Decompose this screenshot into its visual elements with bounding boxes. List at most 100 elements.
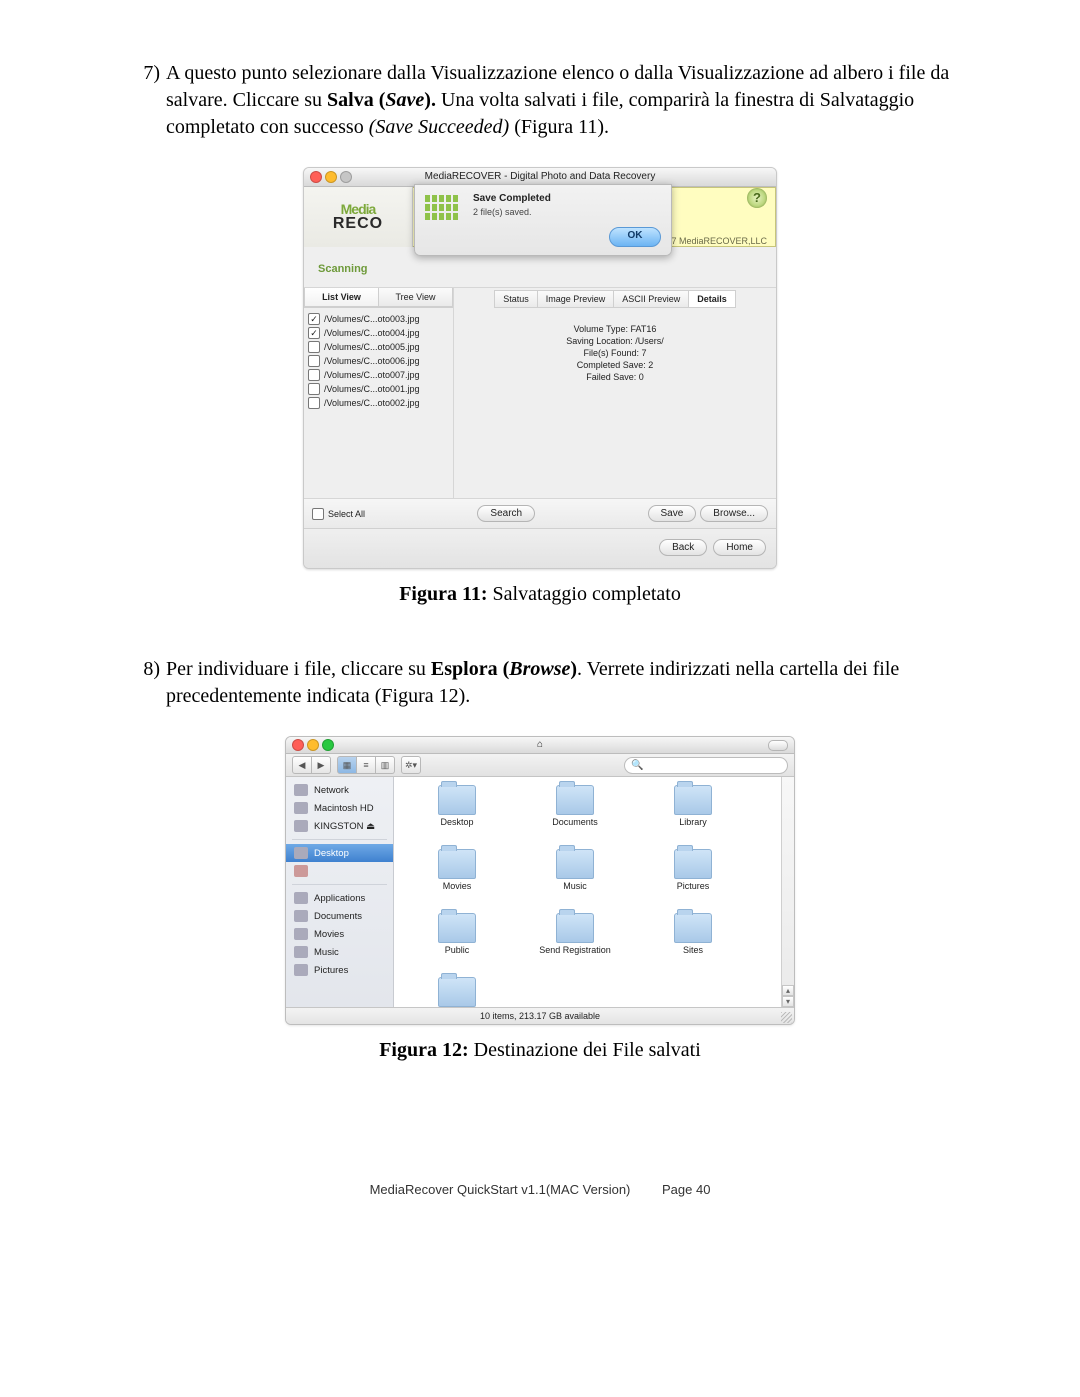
select-all-label: Select All (328, 509, 365, 519)
close-icon[interactable] (310, 171, 322, 183)
step-8: 8) Per individuare i file, cliccare su E… (130, 656, 950, 710)
sidebar-item-label: Applications (314, 893, 365, 904)
search-button[interactable]: Search (477, 505, 535, 522)
file-row[interactable]: /Volumes/C...oto007.jpg (308, 368, 449, 382)
file-name: /Volumes/C...oto006.jpg (324, 356, 420, 366)
view-icons-button[interactable]: ▦ (337, 756, 357, 774)
sidebar-item-icon (294, 946, 308, 958)
scroll-up-icon[interactable]: ▴ (782, 985, 794, 996)
folder-item[interactable]: Public (398, 913, 516, 977)
sidebar-item[interactable]: KINGSTON ⏏ (286, 817, 393, 835)
figure-12: ⌂ ◀ ▶ ▦ ≡ ▥ ✲▾ 🔍 NetworkMacintos (130, 736, 950, 1062)
file-list-pane: List View Tree View /Volumes/C...oto003.… (304, 288, 454, 498)
minimize-icon[interactable] (307, 739, 319, 751)
sidebar-item[interactable]: Pictures (286, 961, 393, 979)
zoom-icon[interactable] (322, 739, 334, 751)
sidebar-item[interactable]: Documents (286, 907, 393, 925)
browse-button[interactable]: Browse... (700, 505, 768, 522)
scroll-down-icon[interactable]: ▾ (782, 996, 794, 1007)
file-checkbox[interactable] (308, 369, 320, 381)
scrollbar[interactable]: ▴ ▾ (781, 777, 794, 1007)
detail-failed-save: Failed Save: 0 (464, 372, 766, 382)
tab-list-view[interactable]: List View (304, 288, 379, 307)
action-menu-button[interactable]: ✲▾ (401, 756, 421, 774)
sidebar-item[interactable]: Applications (286, 889, 393, 907)
close-icon[interactable] (292, 739, 304, 751)
ok-button[interactable]: OK (609, 227, 661, 247)
zoom-icon[interactable] (340, 171, 352, 183)
folder-item[interactable]: Movies (398, 849, 516, 913)
sidebar-item[interactable]: Macintosh HD (286, 799, 393, 817)
tab-ascii-preview[interactable]: ASCII Preview (614, 290, 689, 308)
step8-part-a: Per individuare i file, cliccare su (166, 658, 431, 680)
sidebar-item-label: Movies (314, 929, 344, 940)
tab-tree-view[interactable]: Tree View (379, 288, 453, 307)
folder-label: Pictures (677, 882, 710, 892)
file-row[interactable]: /Volumes/C...oto002.jpg (308, 396, 449, 410)
file-row[interactable]: /Volumes/C...oto004.jpg (308, 326, 449, 340)
file-row[interactable]: /Volumes/C...oto005.jpg (308, 340, 449, 354)
figure-12-caption-text: Destinazione dei File salvati (469, 1039, 701, 1061)
tab-image-preview[interactable]: Image Preview (538, 290, 615, 308)
file-checkbox[interactable] (308, 383, 320, 395)
save-button[interactable]: Save (648, 505, 697, 522)
view-columns-button[interactable]: ▥ (376, 756, 395, 774)
page-footer: MediaRecover QuickStart v1.1(MAC Version… (130, 1182, 950, 1197)
home-button[interactable]: Home (713, 539, 766, 556)
sidebar-separator (292, 839, 387, 840)
file-row[interactable]: /Volumes/C...oto001.jpg (308, 382, 449, 396)
toolbar-toggle-icon[interactable] (768, 740, 788, 751)
figure-11: MediaRECOVER - Digital Photo and Data Re… (130, 167, 950, 606)
sidebar-item-label: Desktop (314, 848, 349, 859)
step-7-text: A questo punto selezionare dalla Visuali… (166, 60, 950, 141)
figure-12-caption: Figura 12: Destinazione dei File salvati (130, 1039, 950, 1062)
folder-item[interactable]: Library (634, 785, 752, 849)
footer-page-number: Page 40 (662, 1182, 710, 1197)
sidebar-item[interactable]: Music (286, 943, 393, 961)
folder-item[interactable]: Send Registration (516, 913, 634, 977)
mediarecover-window: MediaRECOVER - Digital Photo and Data Re… (303, 167, 777, 569)
tab-status[interactable]: Status (494, 290, 538, 308)
step-7-number: 7) (130, 60, 166, 87)
sidebar-item[interactable]: Network (286, 781, 393, 799)
file-checkbox[interactable] (308, 341, 320, 353)
tab-details[interactable]: Details (689, 290, 736, 308)
file-row[interactable]: /Volumes/C...oto003.jpg (308, 312, 449, 326)
folder-item[interactable]: Sites (634, 913, 752, 977)
finder-status-bar: 10 items, 213.17 GB available (286, 1007, 794, 1024)
file-checkbox[interactable] (308, 397, 320, 409)
step7-bold-close: ). (424, 89, 436, 111)
folder-label: Movies (443, 882, 472, 892)
file-checkbox[interactable] (308, 313, 320, 325)
file-row[interactable]: /Volumes/C...oto006.jpg (308, 354, 449, 368)
folder-icon (674, 849, 712, 879)
view-list-button[interactable]: ≡ (357, 756, 376, 774)
search-field[interactable]: 🔍 (624, 757, 788, 774)
file-checkbox[interactable] (308, 327, 320, 339)
help-icon[interactable]: ? (747, 188, 767, 208)
minimize-icon[interactable] (325, 171, 337, 183)
sidebar-item-icon (294, 910, 308, 922)
nav-back-button[interactable]: ◀ (292, 756, 312, 774)
folder-item[interactable]: 19Apr07_10_18_59_Recovered (398, 977, 516, 1007)
file-checkbox[interactable] (308, 355, 320, 367)
finder-window: ⌂ ◀ ▶ ▦ ≡ ▥ ✲▾ 🔍 NetworkMacintos (285, 736, 795, 1025)
finder-content: DesktopDocumentsLibrary Movies Music Pictur… (394, 777, 794, 1007)
sidebar-item[interactable]: Movies (286, 925, 393, 943)
nav-forward-button[interactable]: ▶ (312, 756, 331, 774)
app-logo: MediaRECO (304, 187, 413, 247)
file-name: /Volumes/C...oto003.jpg (324, 314, 420, 324)
folder-item[interactable]: Pictures (634, 849, 752, 913)
file-name: /Volumes/C...oto001.jpg (324, 384, 420, 394)
figure-12-caption-bold: Figura 12: (379, 1039, 468, 1061)
folder-item[interactable]: Music (516, 849, 634, 913)
folder-item[interactable]: Desktop (398, 785, 516, 849)
select-all-checkbox[interactable] (312, 508, 324, 520)
back-button[interactable]: Back (659, 539, 707, 556)
resize-grip-icon[interactable] (781, 1012, 792, 1023)
folder-item[interactable]: Documents (516, 785, 634, 849)
sidebar-item[interactable]: Desktop (286, 844, 393, 862)
sidebar-item[interactable] (286, 862, 393, 880)
sidebar-item-icon (294, 802, 308, 814)
document-page: 7) A questo punto selezionare dalla Visu… (0, 0, 1080, 1237)
